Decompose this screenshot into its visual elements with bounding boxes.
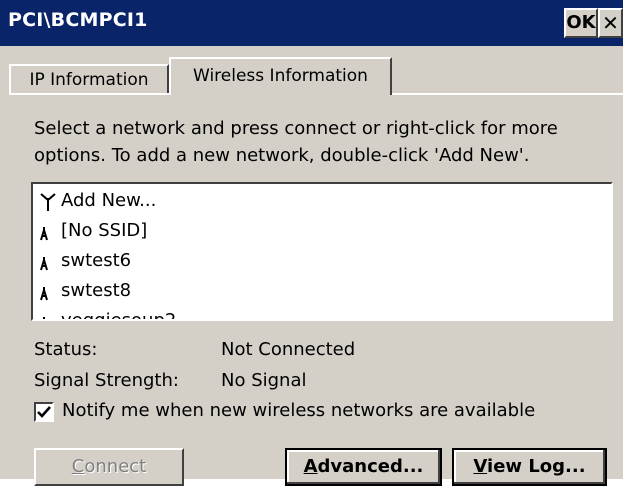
status-value: Not Connected <box>221 339 356 360</box>
signal-strength-label: Signal Strength: <box>34 370 179 391</box>
close-icon: ✕ <box>602 11 619 35</box>
scroll-thumb[interactable] <box>612 216 613 256</box>
signal-icon <box>40 257 48 271</box>
wireless-settings-window: PCI\BCMPCI1 OK ✕ IP Information Wireless… <box>0 0 623 486</box>
ok-button[interactable]: OK <box>564 8 598 38</box>
window-title: PCI\BCMPCI1 <box>8 9 148 31</box>
list-item-label: [No SSID] <box>61 220 148 241</box>
signal-icon <box>43 317 45 319</box>
advanced-button[interactable]: Advanced... <box>285 448 442 486</box>
scroll-up-button[interactable] <box>612 184 613 214</box>
list-item-label: Add New... <box>61 190 157 211</box>
tab-wireless-information[interactable]: Wireless Information <box>169 57 392 95</box>
close-button[interactable]: ✕ <box>598 8 623 38</box>
view-log-label: iew Log... <box>487 456 586 477</box>
connect-label: onnect <box>84 456 147 477</box>
scroll-down-button[interactable] <box>612 289 613 319</box>
signal-icon <box>40 227 48 241</box>
view-log-accelerator: V <box>473 456 488 477</box>
list-item-label: swtest6 <box>61 250 132 271</box>
signal-icon <box>40 287 48 301</box>
notify-checkbox[interactable] <box>34 402 54 422</box>
title-bar: PCI\BCMPCI1 OK ✕ <box>0 0 623 46</box>
checkmark-icon <box>37 406 51 418</box>
notify-label[interactable]: Notify me when new wireless networks are… <box>62 400 535 421</box>
signal-strength-value: No Signal <box>221 370 307 391</box>
tab-ip-information[interactable]: IP Information <box>9 64 169 94</box>
scroll-track[interactable] <box>612 256 613 289</box>
status-label: Status: <box>34 339 98 360</box>
list-item-label: swtest8 <box>61 280 132 301</box>
antenna-icon <box>40 193 56 211</box>
vertical-scrollbar[interactable] <box>612 184 613 319</box>
advanced-label: dvanced... <box>317 456 424 477</box>
view-log-button[interactable]: View Log... <box>452 448 607 486</box>
list-item-label: veggiesoup2 <box>61 310 177 321</box>
connect-accelerator: C <box>71 456 85 477</box>
connect-button[interactable]: Connect <box>34 448 184 486</box>
advanced-accelerator: A <box>303 456 318 477</box>
instructions-text: Select a network and press connect or ri… <box>34 118 558 166</box>
network-list[interactable]: Add New... [No SSID] swtest6 swtest8 veg… <box>31 182 613 321</box>
